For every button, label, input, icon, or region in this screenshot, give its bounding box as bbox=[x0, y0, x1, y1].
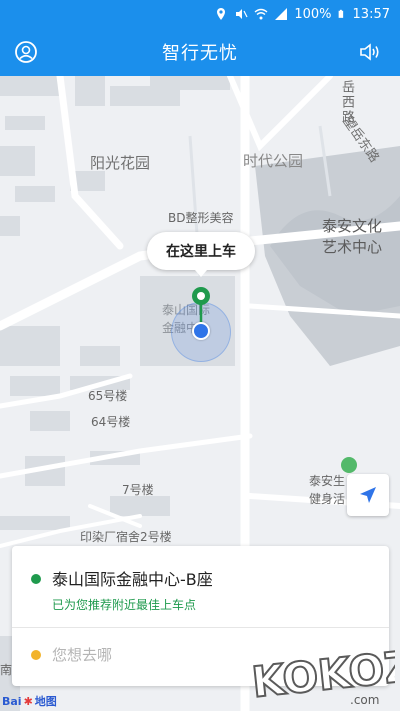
baidu-map-logo: Bai ✱ 地图 bbox=[2, 693, 57, 709]
profile-icon[interactable] bbox=[14, 40, 38, 64]
app-title: 智行无忧 bbox=[162, 43, 238, 64]
map-label-art-center: 艺术中心 bbox=[322, 238, 383, 256]
destination-dot-icon bbox=[31, 650, 41, 660]
pickup-bubble[interactable]: 在这里上车 bbox=[147, 232, 255, 277]
start-location-row[interactable]: 泰山国际金融中心-B座 已为您推荐附近最佳上车点 bbox=[12, 546, 389, 628]
map-label-taian-health-line1: 泰安生 bbox=[309, 474, 346, 488]
start-location-subtitle: 已为您推荐附近最佳上车点 bbox=[52, 598, 197, 612]
mute-icon bbox=[236, 9, 248, 19]
location-icon bbox=[217, 8, 226, 20]
locate-button[interactable] bbox=[347, 474, 389, 516]
battery-percent: 100% bbox=[294, 6, 332, 22]
map-label-bd-beauty: BD整形美容 bbox=[168, 211, 234, 225]
svg-text:.com: .com bbox=[350, 693, 379, 707]
screen: 100% 13:57 智行无忧 阳光花园 时代公园 BD整形美容 泰安文化 艺术… bbox=[0, 0, 400, 711]
map-label-building-7: 7号楼 bbox=[122, 483, 154, 497]
signal-icon bbox=[275, 8, 288, 20]
map-label-taian-health-line2: 健身活 bbox=[309, 492, 346, 506]
status-bar: 100% 13:57 bbox=[0, 0, 400, 28]
navigation-arrow-icon bbox=[360, 487, 376, 503]
speaker-icon[interactable] bbox=[358, 40, 382, 64]
app-bar: 智行无忧 bbox=[0, 28, 400, 76]
map-label-building-65: 65号楼 bbox=[88, 389, 128, 403]
destination-input[interactable]: 您想去哪 bbox=[52, 644, 112, 665]
tree-icon bbox=[341, 457, 357, 473]
kokoz-watermark-logo: KOKOZ .com bbox=[250, 640, 395, 708]
battery-icon bbox=[338, 9, 343, 18]
map-label-nan: 南 bbox=[0, 663, 13, 677]
baidu-map-text: 地图 bbox=[34, 695, 57, 708]
map-label-yangguang: 阳光花园 bbox=[90, 154, 151, 172]
map-label-taian-culture: 泰安文化 bbox=[322, 217, 383, 235]
map-label-shidai-park: 时代公园 bbox=[243, 152, 304, 170]
start-dot-icon bbox=[31, 574, 41, 584]
current-location-dot bbox=[192, 322, 210, 340]
clock: 13:57 bbox=[352, 6, 390, 22]
map-label-building-64: 64号楼 bbox=[91, 415, 131, 429]
baidu-text: Bai bbox=[2, 694, 22, 708]
wifi-icon bbox=[254, 8, 268, 20]
start-location-title: 泰山国际金融中心-B座 bbox=[52, 570, 213, 589]
paw-icon: ✱ bbox=[23, 694, 33, 708]
map-label-yinran-dorm: 印染厂宿舍2号楼 bbox=[80, 530, 172, 544]
